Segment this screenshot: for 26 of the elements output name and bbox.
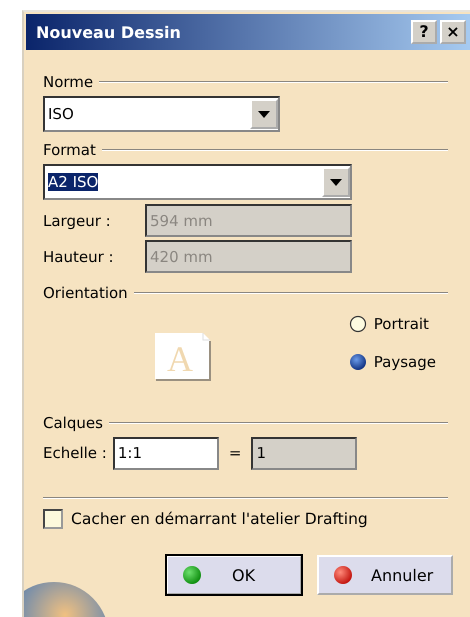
group-label: Calques bbox=[43, 414, 103, 432]
field-label: Largeur : bbox=[43, 210, 112, 232]
format-dropdown[interactable]: A2 ISO bbox=[43, 164, 352, 200]
group-label: Norme bbox=[43, 73, 94, 91]
cancel-button[interactable]: Annuler bbox=[317, 555, 453, 595]
page-letter: A bbox=[167, 339, 193, 379]
field-label: Hauteur : bbox=[43, 246, 115, 268]
orientation-radio[interactable]: Portrait bbox=[348, 315, 436, 333]
orientation-radio[interactable]: Paysage bbox=[348, 353, 436, 371]
checkbox[interactable] bbox=[43, 509, 63, 529]
norme-dropdown[interactable]: ISO bbox=[43, 96, 280, 132]
ok-button[interactable]: OK bbox=[166, 555, 302, 595]
equals-sign: = bbox=[228, 444, 242, 462]
scale-field[interactable]: 1:1 bbox=[112, 436, 219, 470]
help-button[interactable]: ? bbox=[411, 20, 437, 44]
ball-icon bbox=[182, 565, 202, 585]
scale-result-field: 1 bbox=[251, 436, 358, 470]
dropdown-arrow-icon bbox=[330, 178, 342, 186]
group-label: Format bbox=[43, 141, 96, 159]
field-label: Echelle : bbox=[43, 444, 107, 462]
checkbox-label: Cacher en démarrant l'atelier Drafting bbox=[71, 510, 368, 528]
group-label: Orientation bbox=[43, 284, 128, 302]
close-button[interactable]: × bbox=[440, 20, 466, 44]
ball-icon bbox=[333, 565, 353, 585]
window-title: Nouveau Dessin bbox=[36, 22, 182, 42]
dropdown-arrow-icon bbox=[258, 110, 270, 118]
